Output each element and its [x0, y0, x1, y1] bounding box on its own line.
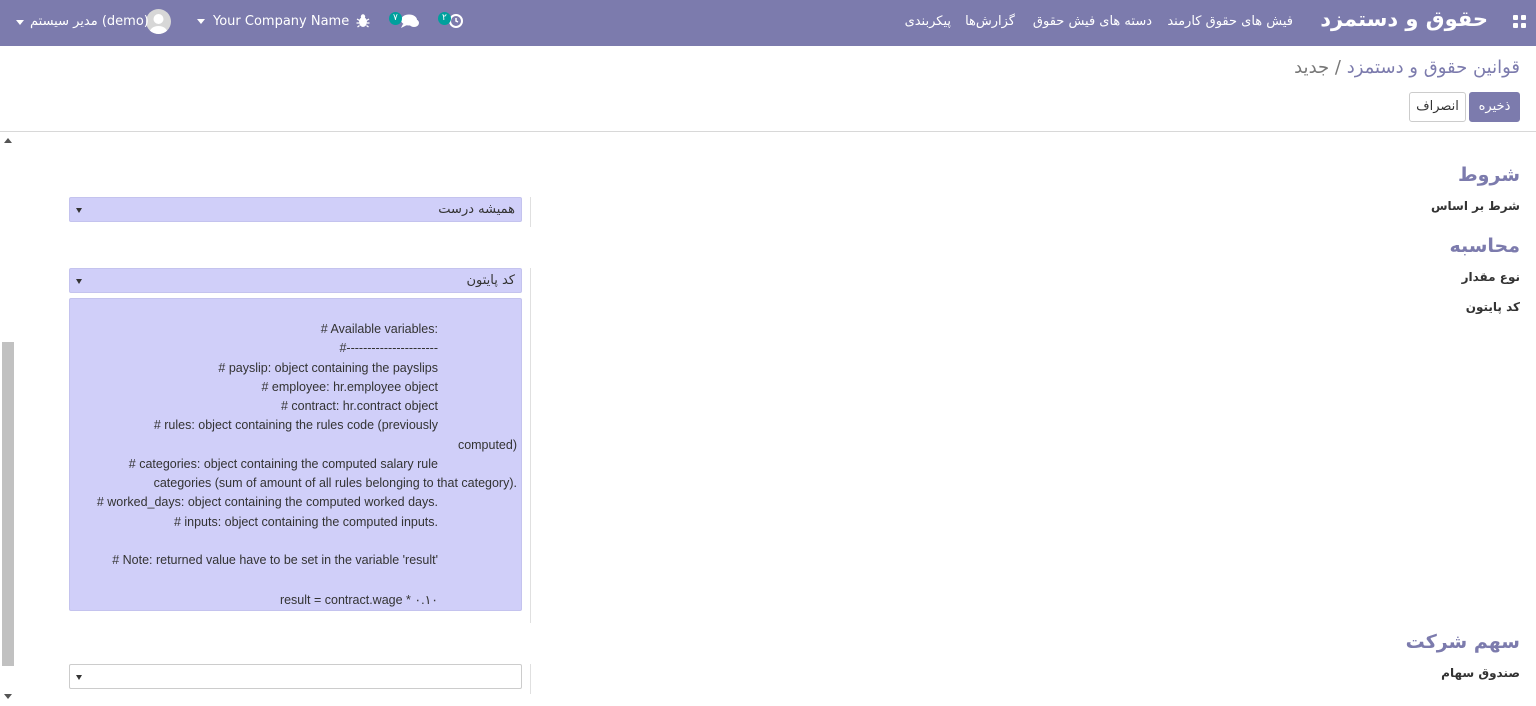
breadcrumb-parent[interactable]: قوانین حقوق و دستمزد: [1347, 57, 1520, 78]
chat-badge: ۷: [389, 12, 402, 25]
breadcrumb-current: جدید: [1294, 57, 1330, 78]
code-line: # Available variables:: [320, 322, 438, 336]
top-navbar: حقوق و دستمزد فیش های حقوق کارمند دسته ه…: [0, 0, 1536, 46]
dropdown-arrow-icon: [76, 208, 82, 213]
condition-based-on-value: همیشه درست: [438, 202, 515, 217]
field-separator: [530, 268, 531, 623]
breadcrumb: قوانین حقوق و دستمزد / جدید: [1294, 57, 1520, 78]
app-brand[interactable]: حقوق و دستمزد: [1320, 7, 1488, 31]
amount-type-label: نوع مقدار: [1461, 270, 1520, 284]
company-name: Your Company Name: [213, 14, 350, 29]
user-avatar[interactable]: [146, 9, 171, 34]
code-line: # worked_days: object containing the com…: [96, 495, 438, 509]
dropdown-arrow-icon: [76, 279, 82, 284]
field-separator: [530, 197, 531, 227]
menu-item-employee-payslips[interactable]: فیش های حقوق کارمند: [1167, 14, 1293, 29]
menu-item-reports[interactable]: گزارش‌ها: [965, 14, 1015, 29]
user-name: مدیر سیستم (demo): [30, 14, 149, 29]
amount-type-value: کد پایتون: [466, 273, 515, 288]
menu-item-payslip-batches[interactable]: دسته های فیش حقوق: [1033, 14, 1152, 29]
amount-type-select[interactable]: کد پایتون: [69, 268, 522, 293]
discard-button[interactable]: انصراف: [1409, 92, 1466, 122]
code-line: categories (sum of amount of all rules b…: [153, 476, 517, 490]
company-switcher[interactable]: Your Company Name: [197, 14, 349, 29]
code-line: computed): [457, 438, 517, 452]
python-code-editor[interactable]: # Available variables: #----------------…: [69, 298, 522, 611]
dropdown-arrow-icon: [76, 675, 82, 680]
user-menu[interactable]: مدیر سیستم (demo): [16, 14, 149, 29]
scroll-up-arrow-icon[interactable]: [4, 138, 12, 143]
code-line: # employee: hr.employee object: [261, 380, 439, 394]
code-line: # Note: returned value have to be set in…: [112, 553, 438, 567]
contribution-register-select[interactable]: [69, 664, 522, 689]
computation-title: محاسبه: [1449, 235, 1520, 257]
python-code-label: کد پایتون: [1465, 300, 1520, 314]
company-contribution-title: سهم شرکت: [1405, 631, 1520, 653]
apps-menu-icon[interactable]: [1513, 15, 1527, 29]
breadcrumb-separator: /: [1334, 57, 1341, 78]
scrollbar-thumb[interactable]: [2, 342, 14, 666]
contribution-register-label: صندوق سهام: [1441, 666, 1520, 680]
code-line: #----------------------: [339, 341, 438, 355]
code-line: result = contract.wage * ۰.۱۰: [279, 593, 438, 607]
chevron-down-icon: [197, 19, 205, 24]
chevron-down-icon: [16, 20, 24, 25]
debug-bug-icon[interactable]: [356, 13, 370, 29]
save-button[interactable]: ذخیره: [1469, 92, 1520, 122]
conditions-title: شروط: [1457, 164, 1520, 186]
code-line: # inputs: object containing the computed…: [173, 515, 438, 529]
code-line: # contract: hr.contract object: [280, 399, 438, 413]
condition-based-on-select[interactable]: همیشه درست: [69, 197, 522, 222]
control-panel-divider: [0, 131, 1536, 132]
condition-based-on-label: شرط بر اساس: [1430, 199, 1520, 213]
activity-badge: ۲: [438, 12, 451, 25]
field-separator: [530, 664, 531, 694]
code-line: # payslip: object containing the payslip…: [218, 361, 438, 375]
scroll-down-arrow-icon[interactable]: [4, 694, 12, 699]
code-line: # rules: object containing the rules cod…: [153, 418, 438, 432]
menu-item-configuration[interactable]: پیکربندی: [905, 14, 951, 29]
code-line: # categories: object containing the comp…: [128, 457, 438, 471]
